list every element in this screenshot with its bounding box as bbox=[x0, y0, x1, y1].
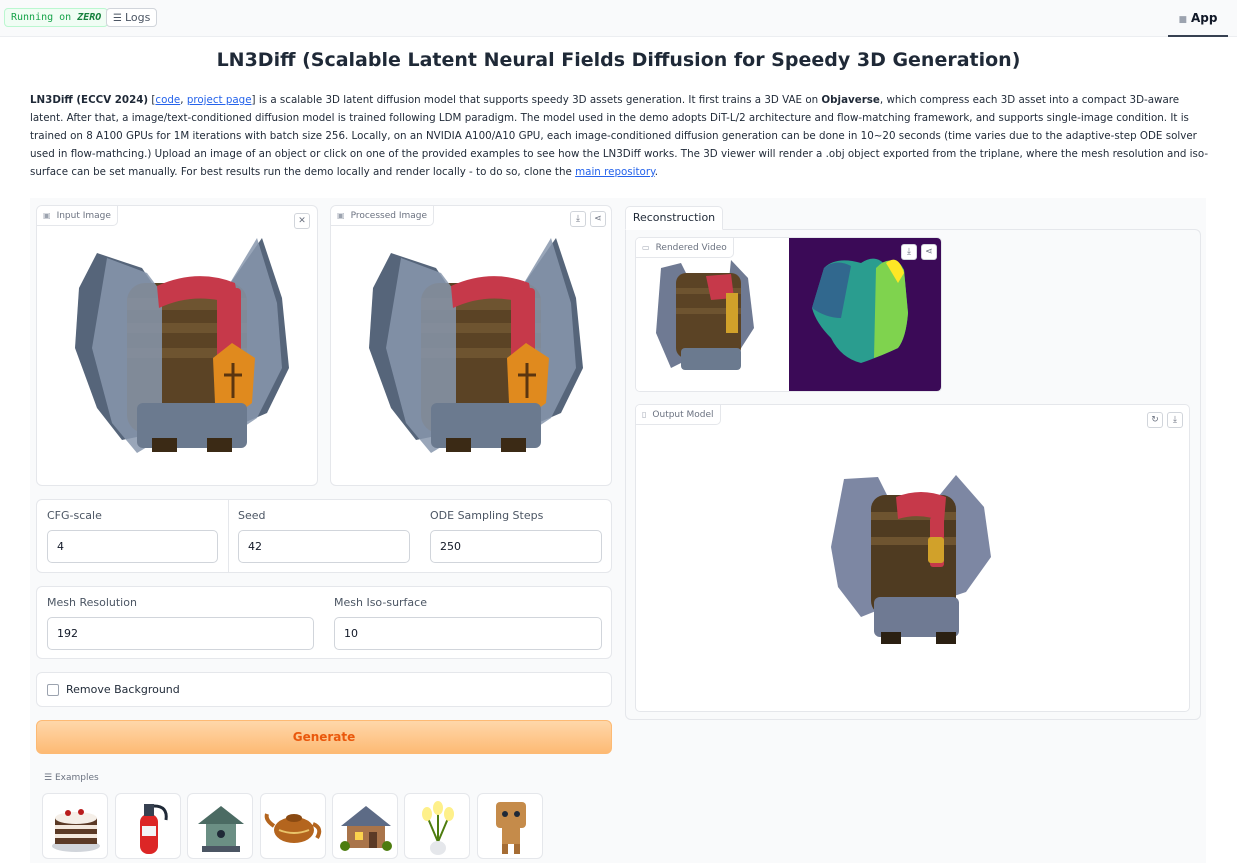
output-model-label: ▯ Output Model bbox=[636, 405, 721, 425]
ode-steps-input[interactable]: 250 bbox=[430, 530, 602, 563]
input-image-panel[interactable]: ▣ Input Image ✕ bbox=[36, 205, 318, 486]
example-robot-toy[interactable] bbox=[477, 793, 543, 859]
image-icon: ▣ bbox=[43, 211, 51, 220]
reset-view-button[interactable]: ↻ bbox=[1147, 412, 1163, 428]
example-tulip-vase[interactable] bbox=[404, 793, 470, 859]
logs-label: Logs bbox=[124, 11, 151, 24]
output-model-panel[interactable]: ▯ Output Model ↻ ⤓ bbox=[635, 404, 1190, 712]
3d-model-viewer[interactable] bbox=[826, 467, 996, 657]
tulip-vase-thumbnail bbox=[422, 801, 454, 855]
running-status-badge[interactable]: Running on ZERO bbox=[4, 8, 109, 27]
download-icon: ⤓ bbox=[907, 247, 911, 257]
example-birdhouse[interactable] bbox=[187, 793, 253, 859]
download-video-button[interactable]: ⤓ bbox=[901, 244, 917, 260]
processed-image-label: ▣ Processed Image bbox=[331, 206, 435, 226]
mesh-iso-label: Mesh Iso-surface bbox=[334, 596, 427, 609]
input-image-label-text: Input Image bbox=[56, 211, 111, 221]
fire-extinguisher-thumbnail bbox=[140, 804, 168, 854]
divider bbox=[228, 500, 229, 572]
list-icon: ☰ bbox=[44, 773, 53, 783]
seed-label: Seed bbox=[238, 509, 266, 522]
robot-toy-thumbnail bbox=[496, 802, 526, 854]
treasure-chest-image bbox=[75, 238, 289, 453]
birdhouse-thumbnail bbox=[198, 806, 244, 852]
close-icon: ✕ bbox=[298, 216, 306, 226]
seed-input[interactable]: 42 bbox=[238, 530, 410, 563]
processed-image-panel: ▣ Processed Image ⤓ ⋖ bbox=[330, 205, 612, 486]
download-model-button[interactable]: ⤓ bbox=[1167, 412, 1183, 428]
main-repository-link[interactable]: main repository bbox=[575, 166, 655, 178]
input-image-label: ▣ Input Image bbox=[37, 206, 118, 226]
processed-image-label-text: Processed Image bbox=[350, 211, 428, 221]
project-page-link[interactable]: project page bbox=[187, 94, 252, 106]
description: LN3Diff (ECCV 2024) [code, project page]… bbox=[30, 94, 1209, 178]
description-text-3: . bbox=[654, 166, 658, 178]
example-teapot[interactable] bbox=[260, 793, 326, 859]
example-cottage[interactable] bbox=[332, 793, 398, 859]
dataset-name: Objaverse bbox=[821, 94, 880, 106]
output-model-label-text: Output Model bbox=[652, 410, 714, 420]
rendered-video-label: ▭ Rendered Video bbox=[636, 238, 734, 258]
download-icon: ⤓ bbox=[576, 214, 580, 224]
page-title: LN3Diff (Scalable Latent Neural Fields D… bbox=[216, 49, 1021, 71]
image-icon: ▣ bbox=[337, 211, 345, 220]
zero-badge: ZERO bbox=[77, 12, 102, 23]
examples-label: ☰ Examples bbox=[44, 773, 99, 783]
description-text-1: is a scalable 3D latent diffusion model … bbox=[255, 94, 822, 106]
mesh-iso-input[interactable]: 10 bbox=[334, 617, 602, 650]
remove-background-label: Remove Background bbox=[66, 683, 180, 696]
share-button[interactable]: ⋖ bbox=[590, 211, 606, 227]
app-tab-label: App bbox=[1191, 11, 1218, 25]
examples-label-text: Examples bbox=[54, 773, 99, 783]
share-icon: ⋖ bbox=[925, 247, 933, 257]
clear-image-button[interactable]: ✕ bbox=[294, 213, 310, 229]
cfg-scale-label: CFG-scale bbox=[47, 509, 102, 522]
video-icon: ▭ bbox=[642, 243, 650, 252]
refresh-icon: ↻ bbox=[1151, 415, 1159, 425]
top-bar: Running on ZERO ☰ Logs ■ App bbox=[0, 0, 1237, 37]
remove-background-checkbox[interactable] bbox=[47, 684, 59, 696]
ode-steps-label: ODE Sampling Steps bbox=[430, 509, 544, 522]
share-video-button[interactable]: ⋖ bbox=[921, 244, 937, 260]
file-icon: ▯ bbox=[642, 410, 647, 419]
cake-thumbnail bbox=[52, 809, 100, 852]
example-cake[interactable] bbox=[42, 793, 108, 859]
code-link[interactable]: code bbox=[155, 94, 180, 106]
cottage-thumbnail bbox=[340, 806, 392, 851]
generate-button[interactable]: Generate bbox=[36, 720, 612, 754]
download-icon: ⤓ bbox=[1173, 415, 1177, 425]
mesh-resolution-input[interactable]: 192 bbox=[47, 617, 314, 650]
cube-icon: ■ bbox=[1178, 15, 1188, 25]
running-prefix: Running on bbox=[11, 12, 72, 23]
logs-icon: ☰ bbox=[113, 13, 122, 24]
logs-button[interactable]: ☰ Logs bbox=[106, 8, 158, 27]
model-name: LN3Diff (ECCV 2024) bbox=[30, 94, 149, 106]
cfg-scale-input[interactable]: 4 bbox=[47, 530, 218, 563]
teapot-thumbnail bbox=[264, 813, 322, 843]
rendered-video-panel[interactable]: ▭ Rendered Video ⤓ ⋖ bbox=[635, 237, 942, 392]
share-icon: ⋖ bbox=[594, 214, 602, 224]
tab-reconstruction[interactable]: Reconstruction bbox=[625, 206, 723, 230]
tab-app[interactable]: ■ App bbox=[1168, 0, 1228, 37]
processed-chest-image bbox=[369, 238, 583, 453]
rendered-video-frame bbox=[636, 238, 941, 391]
example-fire-extinguisher[interactable] bbox=[115, 793, 181, 859]
rendered-video-label-text: Rendered Video bbox=[655, 243, 727, 253]
download-button[interactable]: ⤓ bbox=[570, 211, 586, 227]
mesh-resolution-label: Mesh Resolution bbox=[47, 596, 137, 609]
